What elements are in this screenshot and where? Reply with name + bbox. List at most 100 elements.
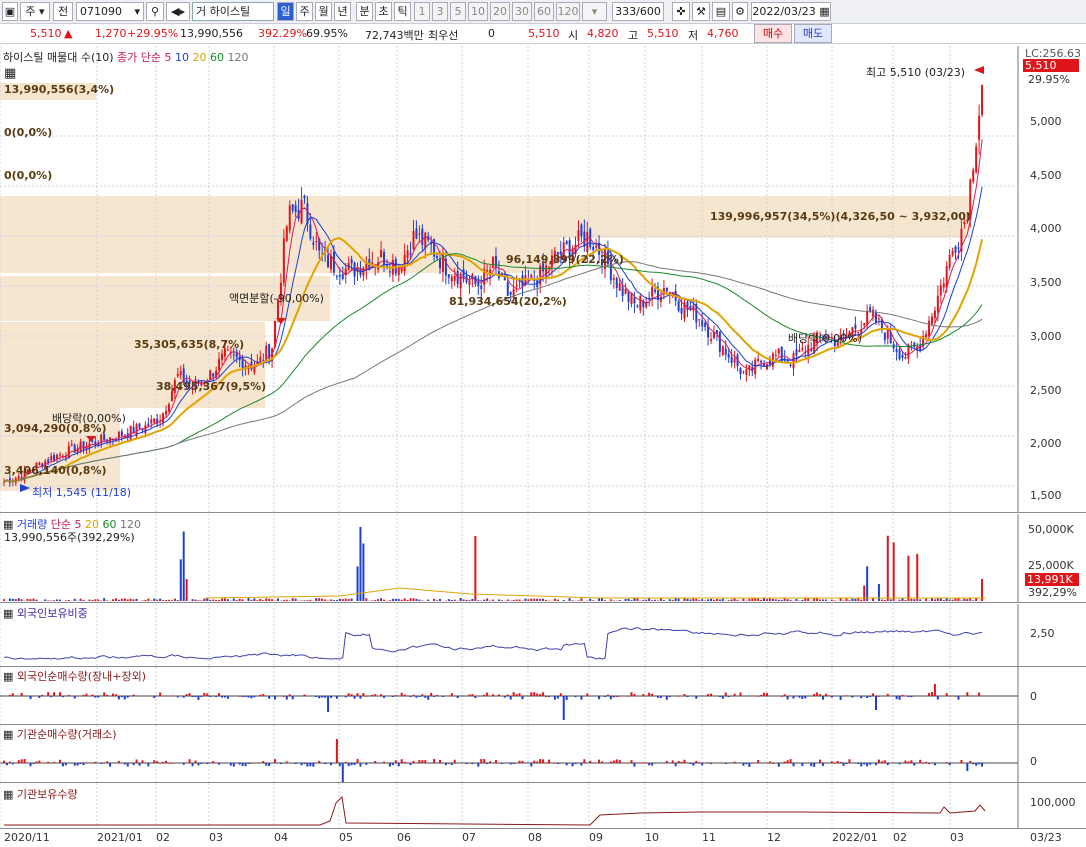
candle-body xyxy=(303,195,306,199)
net-bar xyxy=(430,692,433,696)
period-year[interactable]: 년 xyxy=(334,2,351,21)
code-input[interactable]: 071090 ▾ xyxy=(76,2,144,21)
net-bar xyxy=(662,695,665,697)
prev-next-icon[interactable]: ◀▸ xyxy=(166,2,190,21)
net-bar xyxy=(533,760,536,763)
volume-bar xyxy=(318,598,321,601)
net-bar xyxy=(47,692,50,696)
net-bar xyxy=(742,763,745,766)
foreign-holding-panel[interactable]: ▦ 외국인보유비중 2,50 xyxy=(0,604,1086,666)
date-field[interactable]: 2022/03/23 ▦ xyxy=(751,2,831,21)
net-bar xyxy=(388,763,391,767)
market-select[interactable]: 주 ▾ xyxy=(20,2,50,21)
net-bar xyxy=(556,696,559,699)
period-day[interactable]: 일 xyxy=(277,2,294,21)
interval-5[interactable]: 5 xyxy=(450,2,466,21)
volume-bar xyxy=(79,598,82,601)
net-bar xyxy=(966,692,969,696)
volume-bar xyxy=(860,599,863,601)
candle-body xyxy=(47,459,50,463)
period-second[interactable]: 초 xyxy=(375,2,392,21)
interval-60[interactable]: 60 xyxy=(534,2,554,21)
volume-bar xyxy=(462,599,465,601)
chart-mode-button[interactable]: 전 xyxy=(53,2,73,21)
net-bar xyxy=(3,760,5,763)
foreign-net-chart xyxy=(0,667,1019,724)
interval-120[interactable]: 120 xyxy=(556,2,580,21)
period-month[interactable]: 월 xyxy=(315,2,332,21)
net-bar xyxy=(480,759,483,763)
volume-bar xyxy=(58,599,61,601)
net-bar xyxy=(318,696,321,699)
net-bar xyxy=(403,761,406,763)
count-field[interactable]: 333/600 xyxy=(612,2,664,21)
net-bar xyxy=(512,763,515,764)
interval-3[interactable]: 3 xyxy=(432,2,448,21)
net-bar xyxy=(170,695,173,697)
fn-y-tick: 0 xyxy=(1030,690,1037,703)
institution-net-panel[interactable]: ▦ 기관순매수량(거래소) 0 xyxy=(0,725,1086,782)
net-bar xyxy=(583,759,586,763)
crosshair-icon[interactable]: ✜ xyxy=(672,2,690,21)
interval-dropdown[interactable]: ▾ xyxy=(582,2,607,21)
interval-30[interactable]: 30 xyxy=(512,2,532,21)
candle-body xyxy=(439,258,441,269)
vol-y-tick: 25,000K xyxy=(1028,559,1074,572)
save-icon[interactable]: ▤ xyxy=(712,2,730,21)
volume-bar xyxy=(47,600,50,601)
volume-bar xyxy=(374,600,377,601)
net-bar xyxy=(447,695,450,697)
volume-bar xyxy=(536,598,539,601)
net-bar xyxy=(285,696,288,700)
buy-button[interactable]: 매수 xyxy=(754,24,792,43)
gear-icon[interactable]: ⚙ xyxy=(732,2,748,21)
volume-bar xyxy=(701,599,704,601)
panel-divider[interactable] xyxy=(0,512,1086,513)
institution-holding-panel[interactable]: ▦ 기관보유수량 100,000 xyxy=(0,783,1086,829)
net-bar xyxy=(262,760,265,763)
net-bar xyxy=(665,696,668,700)
period-week[interactable]: 주 xyxy=(296,2,313,21)
net-bar xyxy=(182,696,185,698)
net-bar xyxy=(919,759,922,763)
last-pct-badge: 29.95% xyxy=(1028,73,1070,86)
candle-body xyxy=(877,318,880,320)
menu-icon[interactable]: ▣ xyxy=(2,2,18,21)
interval-20[interactable]: 20 xyxy=(490,2,510,21)
x-axis[interactable]: 2020/11 2021/01 02 03 04 05 06 07 08 09 … xyxy=(0,828,1086,847)
tools-icon[interactable]: ⚒ xyxy=(692,2,710,21)
volume-panel[interactable]: ▦ 거래량 단순 5 20 60 120 13,990,556주(392,29%… xyxy=(0,514,1086,602)
volume-bar xyxy=(783,598,786,601)
net-bar xyxy=(324,763,327,765)
volume-profile-icon[interactable]: ▦ xyxy=(4,66,16,81)
net-bar xyxy=(444,763,447,766)
net-bar xyxy=(630,692,633,696)
volume-bar xyxy=(692,598,695,601)
net-bar xyxy=(559,693,562,696)
price-panel[interactable]: 하이스틸 매물대 수(10) 종가 단순 5 10 20 60 120 ▦ LC… xyxy=(0,46,1086,512)
last-volume-badge: 13,991K xyxy=(1025,573,1079,586)
interval-10[interactable]: 10 xyxy=(468,2,488,21)
profile-label: 3,406,140(0,8%) xyxy=(4,464,107,477)
volume-bar xyxy=(951,599,954,601)
net-bar xyxy=(188,693,191,696)
volume-bar xyxy=(176,599,179,601)
net-bar xyxy=(41,694,44,696)
panel-divider[interactable] xyxy=(0,602,1086,603)
best-price: 5,510 xyxy=(528,27,560,40)
candle-body xyxy=(330,255,332,270)
stock-name-field[interactable]: 거 하이스틸 xyxy=(192,2,274,21)
foreign-net-panel[interactable]: ▦ 외국인순매수량(장내+장외) 0 xyxy=(0,667,1086,724)
search-icon[interactable]: ⚲ xyxy=(146,2,164,21)
interval-1[interactable]: 1 xyxy=(414,2,430,21)
volume-bar xyxy=(117,599,120,601)
volume-bar xyxy=(768,598,771,601)
period-minute[interactable]: 분 xyxy=(356,2,373,21)
volume-bar xyxy=(833,600,836,601)
candle-body xyxy=(583,231,586,247)
volume-bar xyxy=(412,598,415,601)
net-bar xyxy=(816,692,819,696)
period-tick[interactable]: 틱 xyxy=(394,2,411,21)
sell-button[interactable]: 매도 xyxy=(794,24,832,43)
candle-body xyxy=(232,354,235,356)
